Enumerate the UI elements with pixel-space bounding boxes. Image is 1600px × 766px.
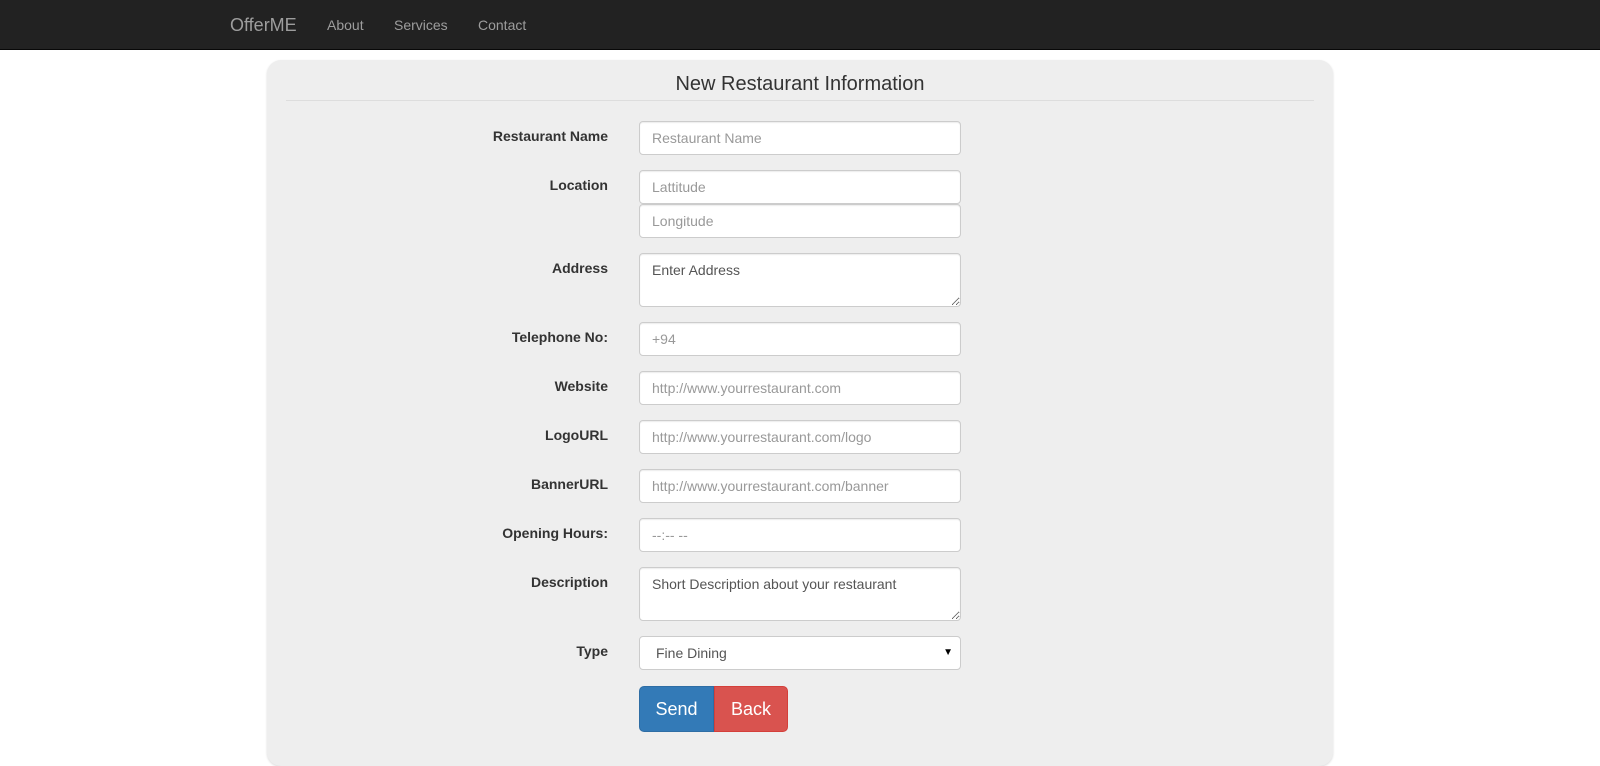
- banner-url-input[interactable]: [639, 469, 961, 503]
- nav-link-contact[interactable]: Contact: [478, 16, 526, 34]
- opening-hours-label: Opening Hours:: [502, 525, 608, 541]
- nav-link-services[interactable]: Services: [394, 16, 448, 34]
- logo-url-input[interactable]: [639, 420, 961, 454]
- nav-link-about[interactable]: About: [327, 16, 364, 34]
- banner-url-label: BannerURL: [530, 476, 608, 492]
- website-input[interactable]: [639, 371, 961, 405]
- top-navbar: OfferME About Services Contact: [0, 0, 1600, 50]
- address-label: Address: [551, 260, 608, 276]
- type-select[interactable]: Fine Dining ▼: [639, 636, 961, 670]
- form-title: New Restaurant Information: [675, 73, 925, 95]
- restaurant-form-panel: New Restaurant Information Restaurant Na…: [267, 60, 1333, 766]
- telephone-input[interactable]: [639, 322, 961, 356]
- description-label: Description: [530, 574, 608, 590]
- restaurant-name-label: Restaurant Name: [492, 128, 608, 144]
- restaurant-name-input[interactable]: [639, 121, 961, 155]
- send-button[interactable]: Send: [639, 686, 714, 732]
- address-textarea[interactable]: [639, 253, 961, 307]
- title-divider: [286, 100, 1314, 101]
- longitude-input[interactable]: [639, 204, 961, 238]
- brand-link[interactable]: OfferME: [230, 15, 297, 35]
- website-label: Website: [554, 378, 608, 394]
- type-selected-value: Fine Dining: [656, 645, 727, 661]
- dropdown-arrow-icon: ▼: [943, 647, 953, 658]
- latitude-input[interactable]: [639, 170, 961, 204]
- location-label: Location: [549, 177, 608, 193]
- telephone-label: Telephone No:: [511, 329, 608, 345]
- logo-url-label: LogoURL: [545, 427, 608, 443]
- opening-hours-input[interactable]: [639, 518, 961, 552]
- description-textarea[interactable]: [639, 567, 961, 621]
- back-button[interactable]: Back: [714, 686, 788, 732]
- type-label: Type: [576, 643, 608, 659]
